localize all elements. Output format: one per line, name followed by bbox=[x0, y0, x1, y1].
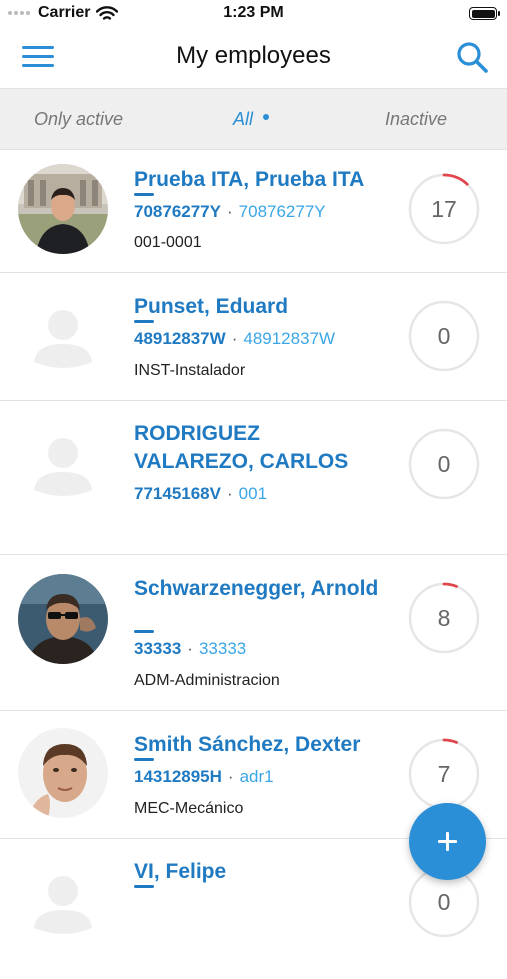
employee-name: Prueba ITA, Prueba ITA bbox=[134, 168, 365, 191]
tab-all[interactable]: All bbox=[233, 89, 270, 149]
avatar-placeholder-icon bbox=[18, 858, 108, 948]
name-underline bbox=[134, 630, 154, 633]
employee-name: VI, Felipe bbox=[134, 860, 227, 883]
employee-code: 48912837W bbox=[243, 329, 336, 348]
filter-tabs: Only active All Inactive bbox=[0, 88, 507, 150]
employee-role: 001-0001 bbox=[134, 234, 202, 251]
employee-id: 48912837W bbox=[134, 329, 226, 348]
tab-label: Inactive bbox=[385, 109, 448, 129]
name-underline bbox=[134, 193, 154, 196]
employee-row[interactable]: Schwarzenegger, Arnold 33333 · 33333 ADM-A… bbox=[0, 555, 507, 711]
avatar bbox=[18, 164, 108, 254]
count-badge: 8 bbox=[407, 581, 481, 655]
employee-name: RODRIGUEZ VALAREZO, CARLOS bbox=[134, 422, 349, 473]
nav-bar: My employees bbox=[0, 30, 507, 88]
name-underline bbox=[134, 885, 154, 888]
count-value: 7 bbox=[437, 761, 451, 787]
employee-code: adr1 bbox=[239, 767, 274, 786]
count-value: 8 bbox=[437, 605, 451, 631]
tab-only-active[interactable]: Only active bbox=[34, 89, 123, 149]
selected-dot bbox=[263, 114, 270, 121]
employee-role: ADM-Administracion bbox=[134, 672, 280, 689]
employee-name: Smith Sánchez, Dexter bbox=[134, 733, 361, 756]
tab-inactive[interactable]: Inactive bbox=[385, 89, 447, 149]
name-underline bbox=[134, 320, 154, 323]
tab-label: Only active bbox=[34, 109, 124, 129]
count-badge: 0 bbox=[407, 299, 481, 373]
employee-row[interactable]: Prueba ITA, Prueba ITA 70876277Y · 7087627… bbox=[0, 150, 507, 273]
count-value: 17 bbox=[431, 196, 457, 222]
employee-id: 14312895H bbox=[134, 767, 222, 786]
tab-label: All bbox=[233, 109, 254, 129]
employee-ids: 77145168V · 001 bbox=[134, 484, 268, 503]
employee-ids: 14312895H · adr1 bbox=[134, 767, 274, 786]
employee-id: 70876277Y bbox=[134, 202, 221, 221]
count-badge: 7 bbox=[407, 737, 481, 811]
count-value: 0 bbox=[437, 323, 451, 349]
battery-icon bbox=[469, 7, 500, 20]
employee-name: Punset, Eduard bbox=[134, 295, 289, 318]
employee-code: 70876277Y bbox=[238, 202, 326, 221]
name-underline bbox=[134, 758, 154, 761]
employee-id: 77145168V bbox=[134, 484, 221, 503]
status-time: 1:23 PM bbox=[223, 4, 284, 21]
employee-role: MEC-Mecánico bbox=[134, 800, 244, 817]
count-badge: 17 bbox=[407, 172, 481, 246]
avatar bbox=[18, 728, 108, 818]
avatar-placeholder-icon bbox=[18, 420, 108, 510]
add-employee-button[interactable] bbox=[409, 803, 486, 880]
count-badge: 0 bbox=[407, 427, 481, 501]
employee-id: 33333 bbox=[134, 639, 182, 658]
avatar bbox=[18, 574, 108, 664]
employee-row[interactable]: Punset, Eduard 48912837W · 48912837W INST-… bbox=[0, 273, 507, 401]
status-bar: Carrier 1:23 PM bbox=[0, 0, 507, 30]
count-value: 0 bbox=[437, 451, 451, 477]
employee-role: INST-Instalador bbox=[134, 362, 246, 379]
search-icon[interactable] bbox=[455, 40, 489, 74]
employee-ids: 33333 · 33333 bbox=[134, 639, 247, 658]
employee-code: 001 bbox=[238, 484, 268, 503]
page-title: My employees bbox=[176, 42, 331, 69]
employee-ids: 70876277Y · 70876277Y bbox=[134, 202, 326, 221]
employee-name: Schwarzenegger, Arnold bbox=[134, 577, 379, 600]
employee-ids: 48912837W · 48912837W bbox=[134, 329, 336, 348]
employee-code: 33333 bbox=[198, 639, 247, 658]
avatar-placeholder-icon bbox=[18, 292, 108, 382]
employee-row[interactable]: RODRIGUEZ VALAREZO, CARLOS 77145168V · 001… bbox=[0, 401, 507, 555]
